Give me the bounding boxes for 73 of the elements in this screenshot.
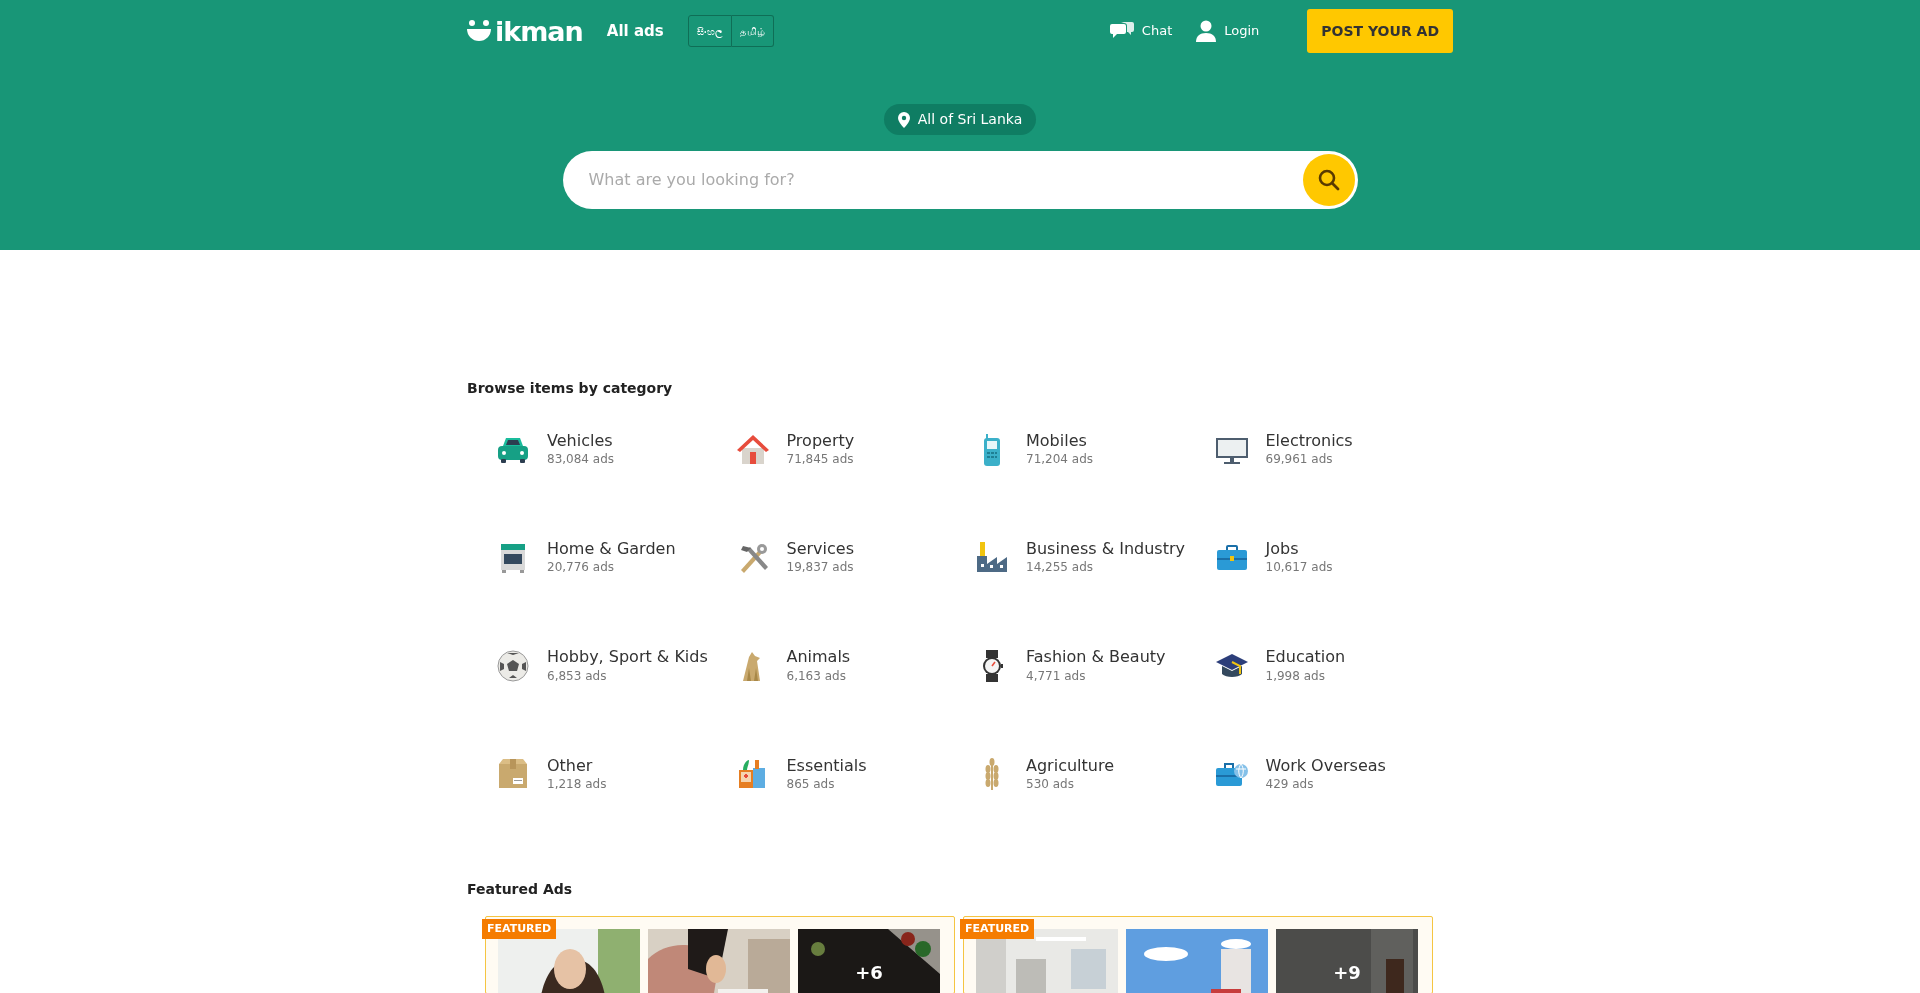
category-link[interactable]: Home & Garden 20,776 ads bbox=[495, 539, 735, 577]
section-title: Browse items by category bbox=[467, 379, 674, 398]
ad-count: 71,845 ads bbox=[786, 451, 855, 469]
category-link[interactable]: Services 19,837 ads bbox=[734, 539, 974, 577]
smile-logo-icon bbox=[467, 20, 491, 42]
category-link[interactable]: Hobby, Sport & Kids 6,853 ads bbox=[495, 647, 735, 685]
category-link[interactable]: Education 1,998 ads bbox=[1213, 647, 1453, 685]
post-ad-button[interactable]: POST YOUR AD bbox=[1307, 9, 1453, 53]
ad-count: 429 ads bbox=[1265, 775, 1315, 793]
category-name: Vehicles bbox=[547, 431, 614, 451]
location-pin-icon bbox=[897, 111, 910, 128]
category-name: Education bbox=[1265, 647, 1346, 667]
category-name: Fashion & Beauty bbox=[1026, 647, 1166, 667]
category-link[interactable]: Fashion & Beauty 4,771 ads bbox=[974, 647, 1214, 685]
ad-count: 865 ads bbox=[786, 775, 836, 793]
search-box[interactable]: What are you looking for? bbox=[562, 151, 1358, 209]
featured-ad-card[interactable]: FEATURED +9 bbox=[963, 915, 1433, 993]
category-link[interactable]: Work Overseas 429 ads bbox=[1213, 755, 1453, 793]
category-name: Services bbox=[786, 539, 854, 559]
ad-count: 14,255 ads bbox=[1026, 559, 1095, 577]
ad-count: 530 ads bbox=[1026, 775, 1075, 793]
ad-count: 4,771 ads bbox=[1026, 667, 1087, 685]
category-link[interactable]: Other 1,218 ads bbox=[495, 755, 735, 793]
ad-count: 6,853 ads bbox=[547, 667, 608, 685]
chat-link[interactable]: Chat bbox=[1109, 21, 1173, 41]
category-name: Electronics bbox=[1265, 431, 1353, 451]
category-name: Other bbox=[547, 755, 594, 775]
user-icon bbox=[1196, 20, 1217, 42]
ad-count: 20,776 ads bbox=[547, 559, 616, 577]
ad-count: 19,837 ads bbox=[786, 559, 854, 577]
location-selector[interactable]: All of Sri Lanka bbox=[883, 104, 1037, 135]
category-name: Agriculture bbox=[1026, 755, 1114, 775]
featured-badge: FEATURED bbox=[482, 918, 557, 940]
more-photos-count: +6 bbox=[855, 960, 883, 985]
search-icon bbox=[1316, 168, 1341, 192]
category-name: Hobby, Sport & Kids bbox=[547, 647, 708, 667]
category-name: Business & Industry bbox=[1026, 539, 1185, 559]
ad-count: 1,998 ads bbox=[1265, 667, 1326, 685]
category-link[interactable]: Jobs 10,617 ads bbox=[1213, 539, 1453, 577]
category-link[interactable]: Business & Industry 14,255 ads bbox=[974, 539, 1214, 577]
category-name: Home & Garden bbox=[547, 539, 676, 559]
category-name: Property bbox=[786, 431, 855, 451]
ad-count: 6,163 ads bbox=[786, 667, 847, 685]
category-link[interactable]: Mobiles 71,204 ads bbox=[974, 431, 1214, 469]
category-link[interactable]: Essentials 865 ads bbox=[734, 755, 974, 793]
category-link[interactable]: Vehicles 83,084 ads bbox=[495, 431, 735, 469]
ad-count: 10,617 ads bbox=[1265, 559, 1333, 577]
featured-badge: FEATURED bbox=[960, 918, 1035, 940]
all-ads-link[interactable]: All ads bbox=[606, 19, 664, 43]
category-name: Work Overseas bbox=[1265, 755, 1386, 775]
search-button[interactable] bbox=[1302, 154, 1355, 206]
section-title: Featured Ads bbox=[467, 879, 574, 899]
more-photos-count: +9 bbox=[1333, 960, 1361, 985]
category-link[interactable]: Agriculture 530 ads bbox=[974, 755, 1214, 793]
ad-count: 71,204 ads bbox=[1026, 451, 1094, 469]
category-link[interactable]: Property 71,845 ads bbox=[734, 431, 974, 469]
category-name: Jobs bbox=[1265, 539, 1300, 559]
ad-count: 83,084 ads bbox=[547, 451, 615, 469]
language-button[interactable]: සිංහල bbox=[687, 15, 732, 47]
ad-count: 1,218 ads bbox=[547, 775, 607, 793]
chat-icon bbox=[1109, 21, 1134, 41]
logo-text: ikman bbox=[495, 17, 583, 45]
category-name: Mobiles bbox=[1026, 431, 1088, 451]
ad-count: 69,961 ads bbox=[1265, 451, 1334, 469]
featured-ad-card[interactable]: FEATURED +6 bbox=[485, 915, 955, 993]
category-link[interactable]: Animals 6,163 ads bbox=[734, 647, 974, 685]
category-name: Animals bbox=[786, 647, 851, 667]
category-link[interactable]: Electronics 69,961 ads bbox=[1213, 431, 1453, 469]
logo-link[interactable]: ikman bbox=[467, 17, 583, 45]
login-link[interactable]: Login bbox=[1196, 20, 1260, 42]
category-name: Essentials bbox=[786, 755, 867, 775]
soccer-ball-icon bbox=[495, 647, 531, 684]
language-button[interactable]: தமிழ் bbox=[731, 15, 774, 47]
